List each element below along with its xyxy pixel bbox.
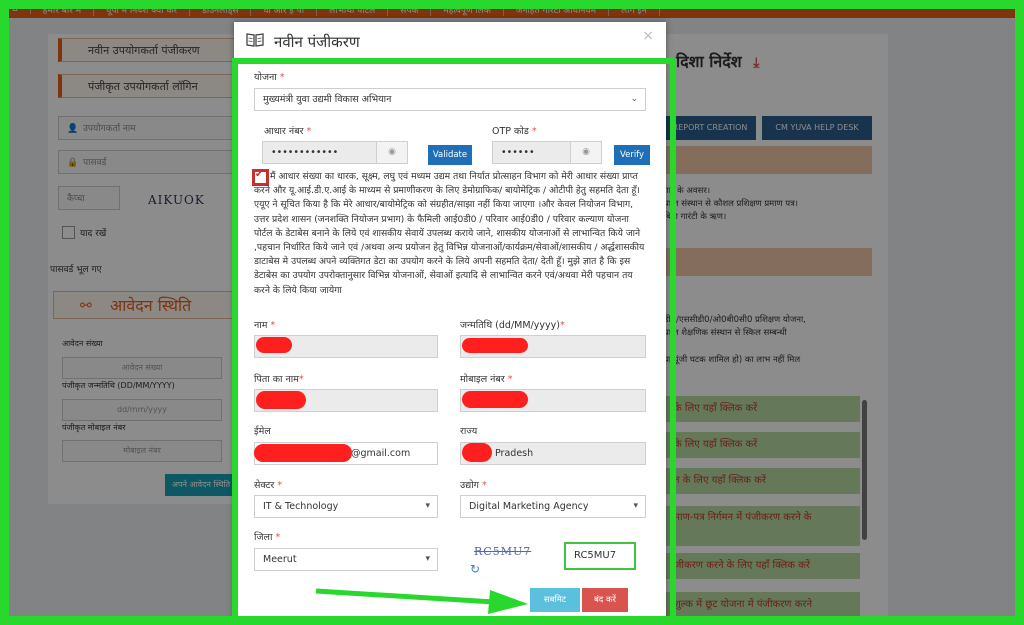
captcha-input[interactable]: RC5MU7 (564, 542, 636, 570)
modal-title: नवीन पंजीकरण (274, 33, 360, 51)
mobile-label: मोबाइल नंबर * (460, 374, 513, 385)
dob-label: जन्मतिथि (dd/MM/yyyy)* (460, 320, 565, 331)
sector-label: सेक्टर * (254, 480, 283, 491)
sector-select[interactable]: IT & Technology ▾ (254, 495, 438, 518)
district-select[interactable]: Meerut ▾ (254, 548, 438, 571)
refresh-icon[interactable]: ↻ (470, 562, 480, 576)
aadhaar-input[interactable]: •••••••••••• ◉ (262, 141, 408, 164)
father-name-label: पिता का नाम* (254, 374, 304, 385)
redaction-mark (254, 444, 352, 462)
verify-button[interactable]: Verify (614, 145, 650, 165)
redaction-mark (462, 391, 528, 408)
redaction-mark (462, 443, 492, 462)
cancel-button[interactable]: बंद करें (582, 588, 628, 612)
otp-input[interactable]: •••••• ◉ (492, 141, 602, 164)
consent-text: मैं आधार संख्या का धारक, सूक्ष्म, लघु एव… (254, 171, 645, 296)
caret-down-icon: ▾ (633, 501, 638, 511)
redaction-mark (462, 338, 528, 353)
name-label: नाम * (254, 320, 276, 331)
scheme-label: योजना * (254, 72, 285, 83)
state-label: राज्य (460, 426, 478, 437)
eye-icon[interactable]: ◉ (570, 142, 601, 163)
modal-header: नवीन पंजीकरण × (234, 22, 666, 59)
district-label: जिला * (254, 532, 281, 543)
industry-label: उद्योग * (460, 480, 487, 491)
caret-down-icon: ▾ (425, 554, 430, 564)
eye-icon[interactable]: ◉ (376, 142, 407, 163)
validate-button[interactable]: Validate (428, 145, 472, 165)
close-icon[interactable]: × (642, 28, 654, 44)
redaction-mark (256, 391, 306, 409)
otp-label: OTP कोड * (492, 126, 537, 137)
redaction-mark (256, 337, 292, 353)
scheme-select[interactable]: मुख्यमंत्री युवा उद्यमी विकास अभियान ⌄ (254, 88, 646, 111)
registration-modal: नवीन पंजीकरण × योजना * मुख्यमंत्री युवा … (234, 22, 666, 625)
chevron-down-icon: ⌄ (630, 94, 638, 104)
industry-select[interactable]: Digital Marketing Agency ▾ (460, 495, 646, 518)
caret-down-icon: ▾ (425, 501, 430, 511)
submit-button[interactable]: सबमिट (530, 588, 580, 612)
captcha-image: RC5MU7 (474, 545, 532, 558)
email-label: ईमेल (254, 426, 271, 437)
book-icon (246, 33, 264, 47)
aadhaar-label: आधार नंबर * (264, 126, 312, 137)
